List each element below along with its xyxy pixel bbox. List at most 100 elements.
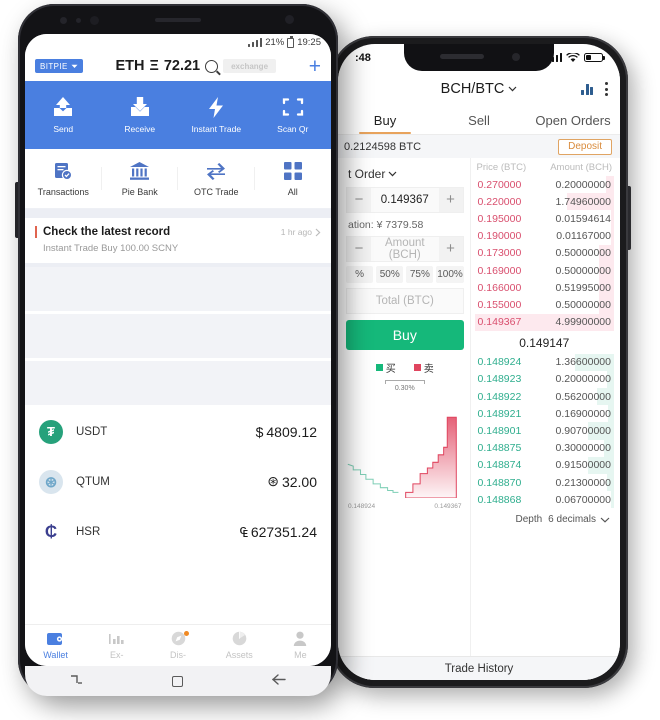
latest-record-card[interactable]: Check the latest record 1 hr ago Instant… [25,218,331,263]
order-book-row[interactable]: 0.148870 0.21300000 [475,474,614,492]
amount-stepper[interactable]: − Amount (BCH) + [346,236,464,262]
android-top-bezel [18,4,338,34]
qtum-icon: ⊛ [39,469,63,494]
order-book-row[interactable]: 0.149367 4.99900000 [474,313,614,331]
order-book-header: Price (BTC) Amount (BCH) [475,162,614,176]
spread-bracket [384,380,425,384]
order-book-row[interactable]: 0.148868 0.06700000 [475,491,614,509]
amount-increment-button[interactable]: + [438,237,463,261]
recents-key[interactable] [69,673,84,689]
price-input[interactable]: 0.149367 [371,194,439,206]
action-otc-trade[interactable]: OTC Trade [178,149,255,208]
brand-badge[interactable]: BITPIE [35,59,83,73]
action-receive[interactable]: Receive [102,81,179,149]
ask-price: 0.190000 [477,230,522,243]
asset-symbol: ⊛ [267,473,279,489]
nav-exchange[interactable]: Ex- [86,625,147,666]
nav-wallet[interactable]: Wallet [25,625,86,666]
order-book-row[interactable]: 0.220000 1.74960000 [475,193,614,211]
order-book-row[interactable]: 0.148875 0.30000000 [475,439,614,457]
order-book-row[interactable]: 0.166000 0.51995000 [475,279,614,297]
android-device: 21% 19:25 BITPIE ETH Ξ 72.21 exchange + [15,4,338,696]
trade-history-button[interactable]: Trade History [338,656,620,680]
order-type-selector[interactable]: t Order [346,163,464,187]
ask-price: 0.195000 [477,212,522,225]
trading-pair-selector[interactable]: BCH/BTC [441,81,518,97]
action-pie-bank[interactable]: Pie Bank [102,149,179,208]
submit-buy-button[interactable]: Buy [346,320,464,350]
search-input[interactable]: exchange [223,59,277,73]
grid-icon [283,161,302,181]
bid-price: 0.148874 [477,459,522,472]
order-book-row[interactable]: 0.148922 0.56200000 [475,388,614,406]
more-vertical-icon[interactable] [605,82,608,96]
order-book-row[interactable]: 0.148901 0.90700000 [475,422,614,440]
action-transactions[interactable]: Transactions [25,149,102,208]
nav-exchange-label: Ex- [110,650,124,660]
order-book-row[interactable]: 0.173000 0.50000000 [475,244,614,262]
order-book-row[interactable]: 0.195000 0.01594614 [475,210,614,228]
asset-row-qtum[interactable]: ⊛ QTUM ⊛ 32.00 [25,458,331,505]
valuation-text: ation: ¥ 7379.58 [348,219,424,231]
ios-clock: :48 [355,51,371,64]
order-book-row[interactable]: 0.148923 0.20000000 [475,370,614,389]
action-all[interactable]: All [255,149,332,208]
asset-row-usdt[interactable]: ₮ USDT $ 4809.12 [25,408,331,455]
android-bottom-nav: Wallet Ex- Dis- Assets Me [25,624,331,666]
deposit-button[interactable]: Deposit [558,138,612,155]
depth-precision-selector[interactable]: Depth 6 decimals [475,508,614,525]
back-key[interactable] [271,673,287,689]
spread-value: 0.30% [394,385,415,392]
total-input[interactable]: Total (BTC) [346,288,464,314]
legend-buy-label: 买 [385,364,396,375]
ios-tab-bar: Buy Sell Open Orders [338,107,620,135]
action-receive-label: Receive [124,124,156,134]
hsr-icon: ₵ [39,519,63,544]
order-book-row[interactable]: 0.270000 0.20000000 [475,176,614,194]
depth-value-dropdown[interactable]: 6 decimals [548,514,610,525]
price-decrement-button[interactable]: − [347,188,371,212]
amount-input[interactable]: Amount (BCH) [371,237,439,261]
action-instant-trade[interactable]: Instant Trade [178,81,255,149]
asset-amount: 4809.12 [266,423,317,440]
asset-left-hsr: ₵ HSR [39,519,100,544]
action-send[interactable]: Send [25,81,102,149]
percent-25-button[interactable]: % [346,266,374,283]
ask-amount: 1.74960000 [555,195,611,208]
price-stepper[interactable]: − 0.149367 + [346,187,464,213]
order-book-row[interactable]: 0.148921 0.16900000 [475,405,614,423]
pie-chart-icon [232,631,247,646]
percent-50-button[interactable]: 50% [376,266,404,283]
bid-amount: 0.91500000 [555,459,611,472]
tab-buy[interactable]: Buy [338,107,432,134]
bid-amount: 1.36600000 [555,356,611,369]
asset-row-hsr[interactable]: ₵ HSR ₠ 627351.24 [25,508,331,555]
chart-bars-icon[interactable] [581,83,593,95]
percent-75-button[interactable]: 75% [406,266,434,283]
asset-amount-wrap: ⊛ 32.00 [267,473,317,490]
nav-discover[interactable]: Dis- [147,625,208,666]
order-book-row[interactable]: 0.148924 1.36600000 [475,353,614,371]
tab-sell[interactable]: Sell [432,107,526,134]
amount-decrement-button[interactable]: − [347,237,371,261]
action-send-label: Send [53,124,74,134]
placeholder-row [25,267,331,311]
price-increment-button[interactable]: + [438,188,463,212]
nav-assets[interactable]: Assets [209,625,270,666]
person-icon [293,631,307,646]
home-key[interactable] [172,675,183,687]
tab-open-orders[interactable]: Open Orders [526,107,620,134]
order-book-row[interactable]: 0.169000 0.50000000 [475,261,614,280]
latest-record-top: Check the latest record 1 hr ago [35,226,321,238]
order-book-row[interactable]: 0.190000 0.01167000 [475,227,614,245]
nav-me[interactable]: Me [270,625,331,666]
order-book-row[interactable]: 0.148874 0.91500000 [475,456,614,474]
action-scan-qr[interactable]: Scan Qr [255,81,332,149]
bid-price: 0.148922 [477,390,522,403]
bid-rows: 0.148924 1.36600000 0.148923 0.20000000 0.… [475,353,614,509]
add-button[interactable]: + [309,56,321,77]
tab-buy-label: Buy [373,113,397,128]
order-book-row[interactable]: 0.155000 0.50000000 [475,296,614,314]
search-icon[interactable] [205,59,219,73]
percent-100-button[interactable]: 100% [436,266,464,283]
